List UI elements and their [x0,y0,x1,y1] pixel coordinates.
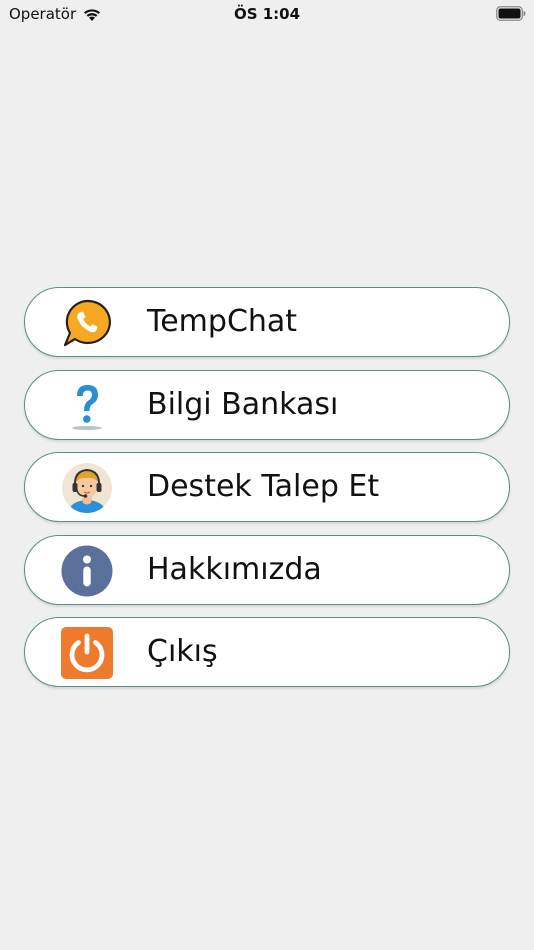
knowledge-base-button[interactable]: Bilgi Bankası [24,369,510,440]
logout-button[interactable]: Çıkış [24,617,510,687]
battery-icon [496,6,526,21]
knowledge-base-label: Bilgi Bankası [147,386,339,422]
power-icon [61,627,113,679]
support-request-label: Destek Talep Et [147,469,380,504]
tempchat-label: TempChat [147,304,298,339]
chat-phone-icon [61,297,113,349]
status-time: ÖS 1:04 [233,5,301,23]
status-bar: Operatör ÖS 1:04 [0,0,534,28]
about-us-button[interactable]: Hakkımızda [24,534,510,605]
logout-label: Çıkış [147,634,218,669]
support-request-button[interactable]: Destek Talep Et [24,452,510,522]
tempchat-button[interactable]: TempChat [24,287,510,357]
question-icon [61,380,113,432]
about-us-label: Hakkımızda [147,551,322,587]
main-menu: TempChat Bilgi Bankası Destek Talep Et H… [24,287,510,700]
support-agent-icon [61,462,113,514]
info-icon [61,545,113,597]
